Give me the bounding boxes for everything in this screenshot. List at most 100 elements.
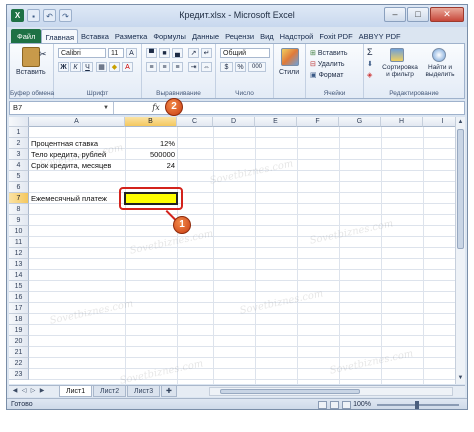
row-header[interactable]: 4 [9,160,29,171]
number-format-select[interactable]: Общий [220,48,270,58]
row-header[interactable]: 21 [9,347,29,358]
row-header[interactable]: 17 [9,303,29,314]
sheet-tab-3[interactable]: Лист3 [127,386,161,397]
sum-icon[interactable]: Σ [367,47,373,57]
currency-icon[interactable]: $ [220,62,233,72]
cell-b3[interactable]: 500000 [127,149,177,160]
row-header[interactable]: 18 [9,314,29,325]
row-header[interactable]: 7 [9,193,29,204]
normal-view-icon[interactable] [318,401,327,409]
clear-icon[interactable]: ◈ [367,71,372,79]
cell-b4[interactable]: 24 [127,160,177,171]
prev-sheet-icon[interactable]: ◁ [20,387,28,396]
wrap-text-icon[interactable]: ↵ [201,48,212,58]
column-header[interactable]: F [297,117,339,127]
scroll-up-icon[interactable]: ▲ [456,118,465,127]
row-header[interactable]: 1 [9,127,29,138]
row-header[interactable]: 3 [9,149,29,160]
name-box[interactable]: B7 ▼ [10,102,114,114]
sheet-tab-1[interactable]: Лист1 [59,386,93,397]
close-button[interactable]: ✕ [430,7,464,22]
row-header[interactable]: 5 [9,171,29,182]
italic-button[interactable]: К [70,62,81,72]
formula-input[interactable] [170,102,464,114]
row-header[interactable]: 13 [9,259,29,270]
paste-icon[interactable] [22,47,40,67]
row-header[interactable]: 20 [9,336,29,347]
delete-cells-button[interactable]: ⊟ Удалить [310,60,345,68]
align-center-icon[interactable]: ≡ [159,62,170,72]
cell-b2[interactable]: 12% [127,138,177,149]
find-select-icon[interactable] [432,48,446,62]
row-header[interactable]: 14 [9,270,29,281]
align-right-icon[interactable]: ≡ [172,62,183,72]
zoom-slider-knob[interactable] [415,401,419,409]
column-header[interactable]: G [339,117,381,127]
column-header[interactable]: A [29,117,125,127]
row-header[interactable]: 19 [9,325,29,336]
tab-insert[interactable]: Вставка [78,29,112,44]
format-cells-button[interactable]: ▣ Формат [310,71,343,79]
chevron-down-icon[interactable]: ▼ [103,102,109,114]
first-sheet-icon[interactable]: ◀ [11,387,19,396]
maximize-button[interactable]: □ [407,7,429,22]
last-sheet-icon[interactable]: ▶ [38,387,46,396]
row-header[interactable]: 2 [9,138,29,149]
tab-review[interactable]: Рецензи [222,29,257,44]
insert-cells-button[interactable]: ⊞ Вставить [310,49,348,57]
tab-abbyy-pdf[interactable]: ABBYY PDF [356,29,404,44]
align-bottom-icon[interactable]: ▄ [172,48,183,58]
zoom-level[interactable]: 100% [353,401,371,408]
borders-icon[interactable]: ▦ [96,62,107,72]
row-header[interactable]: 22 [9,358,29,369]
row-header[interactable]: 16 [9,292,29,303]
vertical-scroll-thumb[interactable] [457,129,464,249]
font-name-select[interactable]: Calibri [58,48,106,58]
paste-button[interactable]: Вставить [16,69,46,76]
tab-page-layout[interactable]: Разметка [112,29,150,44]
insert-function-button[interactable]: fx [148,102,164,114]
cut-icon[interactable]: ✂ [39,49,47,60]
tab-foxit-pdf[interactable]: Foxit PDF [316,29,355,44]
row-header[interactable]: 6 [9,182,29,193]
find-select-button[interactable]: Найти и выделить [422,64,458,78]
horizontal-scroll-thumb[interactable] [220,389,360,394]
tab-view[interactable]: Вид [257,29,277,44]
tab-addins[interactable]: Надстрой [277,29,317,44]
row-header[interactable]: 8 [9,204,29,215]
styles-button[interactable]: Стили [279,69,299,76]
percent-button[interactable]: % [235,62,246,72]
row-header[interactable]: 15 [9,281,29,292]
indent-icon[interactable]: ⇥ [188,62,199,72]
styles-icon[interactable] [281,48,299,66]
underline-button[interactable]: Ч [82,62,93,72]
vertical-scrollbar[interactable]: ▲ ▼ [455,117,465,384]
fill-icon[interactable]: ⬇ [367,60,373,68]
zoom-slider[interactable] [377,401,459,409]
align-left-icon[interactable]: ≡ [146,62,157,72]
scroll-down-icon[interactable]: ▼ [456,374,465,383]
column-header[interactable]: D [213,117,255,127]
column-header[interactable]: I [423,117,455,127]
font-size-select[interactable]: 11 [108,48,124,58]
thousands-button[interactable]: 000 [248,62,266,72]
sort-filter-icon[interactable] [390,48,404,62]
row-header[interactable]: 12 [9,248,29,259]
merge-center-icon[interactable]: ⇔ [201,62,212,72]
fill-color-icon[interactable]: ◆ [109,62,120,72]
tab-file[interactable]: Файл [11,29,42,44]
sort-filter-button[interactable]: Сортировка и фильтр [382,64,418,78]
worksheet-grid[interactable]: A B C D E F G H I 1 2 3 4 5 6 7 8 9 10 11 12 13 14 15 16 17 18 19 20… [9,117,455,384]
bold-button[interactable]: Ж [58,62,69,72]
minimize-button[interactable]: – [384,7,406,22]
page-layout-view-icon[interactable] [330,401,339,409]
row-header[interactable]: 11 [9,237,29,248]
row-header[interactable]: 9 [9,215,29,226]
column-header[interactable]: B [125,117,177,127]
align-top-icon[interactable]: ▀ [146,48,157,58]
new-sheet-icon[interactable]: ✚ [161,386,177,397]
select-all-corner[interactable] [9,117,29,127]
sheet-tab-2[interactable]: Лист2 [93,386,127,397]
tab-home[interactable]: Главная [41,29,78,44]
orientation-icon[interactable]: ↗ [188,48,199,58]
